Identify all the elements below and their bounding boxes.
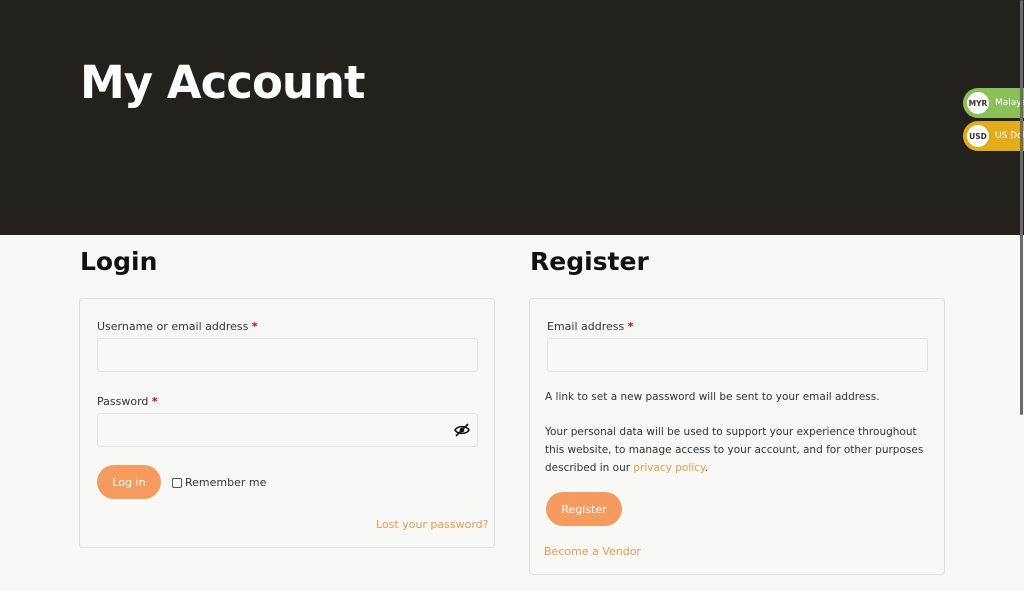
username-input[interactable]	[97, 338, 478, 372]
remember-me-label: Remember me	[185, 476, 267, 489]
privacy-text-before: Your personal data will be used to suppo…	[545, 426, 924, 474]
lost-password-link[interactable]: Lost your password?	[376, 518, 489, 531]
password-input[interactable]	[97, 413, 478, 447]
login-button[interactable]: Log in	[97, 465, 161, 499]
currency-option-usd[interactable]: USD US Dollar	[963, 121, 1024, 151]
username-required-mark: *	[251, 320, 258, 333]
username-label-row: Username or email address *	[97, 320, 258, 333]
email-label: Email address	[547, 320, 625, 333]
privacy-text-after: .	[704, 462, 709, 474]
page-scrollbar[interactable]	[1020, 0, 1023, 415]
email-required-mark: *	[627, 320, 634, 333]
password-label: Password	[97, 395, 149, 408]
register-button[interactable]: Register	[546, 492, 622, 526]
currency-option-myr[interactable]: MYR Malaysian Ringgit	[963, 88, 1024, 118]
become-vendor-link[interactable]: Become a Vendor	[544, 545, 641, 558]
eye-slash-icon[interactable]	[454, 422, 470, 437]
currency-code-myr: MYR	[966, 91, 990, 115]
privacy-text: Your personal data will be used to suppo…	[545, 423, 930, 477]
register-heading: Register	[530, 247, 649, 276]
username-label: Username or email address	[97, 320, 249, 333]
password-info-text: A link to set a new password will be sen…	[545, 391, 880, 403]
currency-code-usd: USD	[966, 124, 990, 148]
password-required-mark: *	[151, 395, 158, 408]
email-label-row: Email address *	[547, 320, 634, 333]
login-heading: Login	[80, 247, 158, 276]
password-label-row: Password *	[97, 395, 158, 408]
email-input[interactable]	[547, 338, 928, 372]
remember-me-checkbox[interactable]	[172, 478, 182, 488]
page-header: My Account	[0, 0, 1024, 235]
page-title: My Account	[80, 56, 365, 109]
privacy-policy-link[interactable]: privacy policy	[633, 462, 704, 474]
